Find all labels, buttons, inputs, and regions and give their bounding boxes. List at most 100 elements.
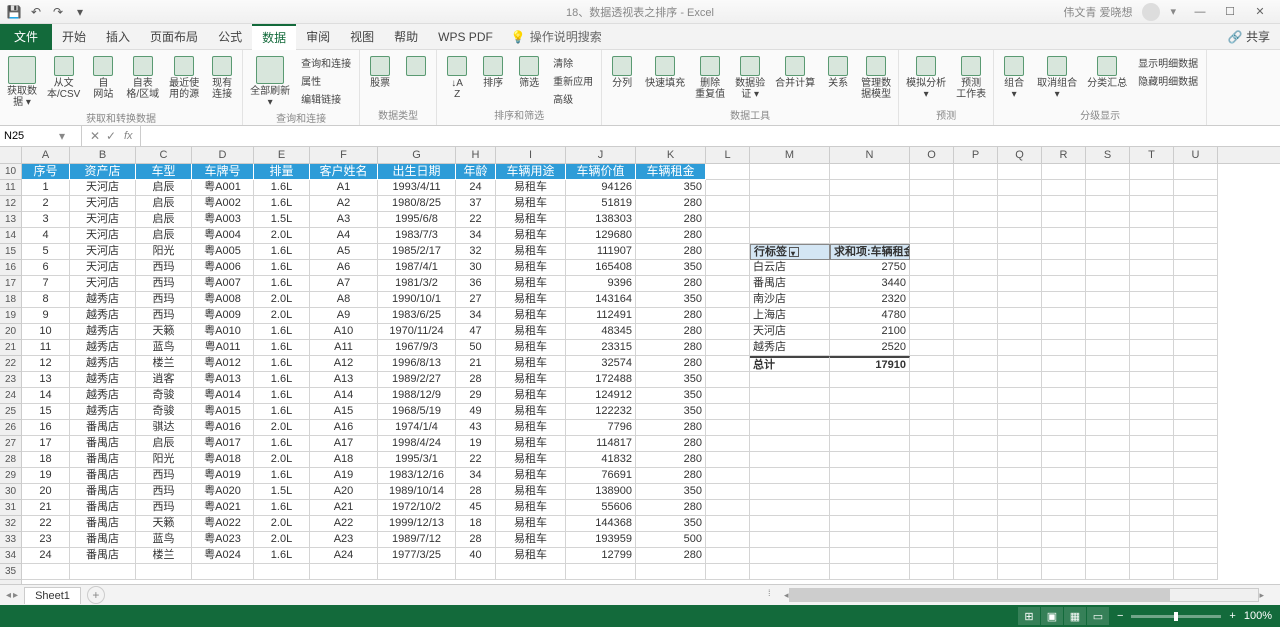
cell[interactable]: 29 [456,388,496,404]
row-header[interactable]: 18 [0,292,21,308]
cell[interactable] [1086,244,1130,260]
cell[interactable]: 55606 [566,500,636,516]
cell[interactable]: 番禺店 [70,516,136,532]
col-header[interactable]: M [750,147,830,163]
row-header[interactable]: 13 [0,212,21,228]
cell[interactable]: 7 [22,276,70,292]
cell[interactable]: 骐达 [136,420,192,436]
cell[interactable]: 16 [22,420,70,436]
ribbon-list-item[interactable]: 重新应用 [549,72,597,89]
cell[interactable]: 280 [636,468,706,484]
cell[interactable]: 280 [636,308,706,324]
cell[interactable]: A2 [310,196,378,212]
cell[interactable]: 1.5L [254,484,310,500]
h-scrollbar[interactable] [789,588,1260,602]
ribbon-btn[interactable]: 预测 工作表 [953,54,989,102]
cell[interactable] [706,164,750,180]
cell[interactable] [1042,532,1086,548]
cell[interactable] [1130,420,1174,436]
cell[interactable]: 280 [636,324,706,340]
cell[interactable]: 1.6L [254,372,310,388]
cell[interactable] [830,452,910,468]
cell[interactable]: 易租车 [496,244,566,260]
cell[interactable] [1042,436,1086,452]
cell[interactable] [1130,372,1174,388]
cell[interactable] [1174,452,1218,468]
cell[interactable] [706,308,750,324]
cell[interactable] [636,564,706,580]
cell[interactable]: 粤A005 [192,244,254,260]
row-header[interactable]: 23 [0,372,21,388]
cell[interactable]: 南沙店 [750,292,830,308]
cell[interactable]: 9396 [566,276,636,292]
cell[interactable] [830,212,910,228]
cell[interactable] [750,180,830,196]
cell[interactable]: 3440 [830,276,910,292]
cell[interactable]: 番禺店 [70,436,136,452]
cell[interactable] [1130,484,1174,500]
cell[interactable]: 2320 [830,292,910,308]
cell[interactable]: 1983/7/3 [378,228,456,244]
cell[interactable] [750,500,830,516]
row-header[interactable]: 27 [0,436,21,452]
cell[interactable]: 粤A019 [192,468,254,484]
cell[interactable] [830,436,910,452]
cell[interactable]: 番禺店 [70,468,136,484]
ribbon-btn[interactable]: 从文 本/CSV [44,54,83,102]
cell[interactable] [1086,276,1130,292]
cell[interactable] [954,564,998,580]
cell[interactable]: 34 [456,468,496,484]
cell[interactable]: 22 [456,212,496,228]
cell[interactable] [1130,468,1174,484]
filter-dropdown-icon[interactable] [789,247,799,257]
row-header[interactable]: 21 [0,340,21,356]
cell[interactable]: 越秀店 [70,404,136,420]
cell[interactable] [910,516,954,532]
cell[interactable]: 车牌号 [192,164,254,180]
col-header[interactable]: D [192,147,254,163]
cell[interactable]: 易租车 [496,516,566,532]
cell[interactable]: 1983/12/16 [378,468,456,484]
cell[interactable] [706,276,750,292]
cell[interactable] [750,548,830,564]
cell[interactable] [830,228,910,244]
cell[interactable] [910,500,954,516]
cell[interactable] [910,372,954,388]
cell[interactable]: 22 [22,516,70,532]
cell[interactable]: 129680 [566,228,636,244]
col-header[interactable]: J [566,147,636,163]
cell[interactable] [1174,500,1218,516]
cell[interactable]: 车辆租金 [636,164,706,180]
split-handle-icon[interactable]: ⁞ [768,588,771,598]
cell[interactable]: 2.0L [254,452,310,468]
cell[interactable]: 1.6L [254,548,310,564]
row-header[interactable]: 25 [0,404,21,420]
cell[interactable] [706,404,750,420]
cell[interactable] [998,164,1042,180]
cell[interactable] [1042,420,1086,436]
ribbon-btn[interactable]: 排序 [477,54,509,91]
cell[interactable] [1042,404,1086,420]
cell[interactable]: 21 [456,356,496,372]
cell[interactable] [22,564,70,580]
cell[interactable]: 粤A022 [192,516,254,532]
cell[interactable] [1130,180,1174,196]
cell[interactable]: 1.6L [254,324,310,340]
cell[interactable] [910,452,954,468]
cell[interactable]: 易租车 [496,548,566,564]
cell[interactable] [1174,532,1218,548]
cell[interactable] [830,516,910,532]
cell[interactable] [910,340,954,356]
cell[interactable] [1086,164,1130,180]
cell[interactable]: 1.6L [254,436,310,452]
ribbon-btn[interactable]: ↓A Z [441,54,473,102]
tab-插入[interactable]: 插入 [96,24,140,50]
cell[interactable]: 1989/2/27 [378,372,456,388]
cell[interactable] [910,564,954,580]
save-icon[interactable]: 💾 [6,4,22,20]
row-header[interactable]: 19 [0,308,21,324]
cell[interactable]: 1.6L [254,260,310,276]
cell[interactable]: 上海店 [750,308,830,324]
cell[interactable]: 易租车 [496,388,566,404]
cell[interactable]: A14 [310,388,378,404]
